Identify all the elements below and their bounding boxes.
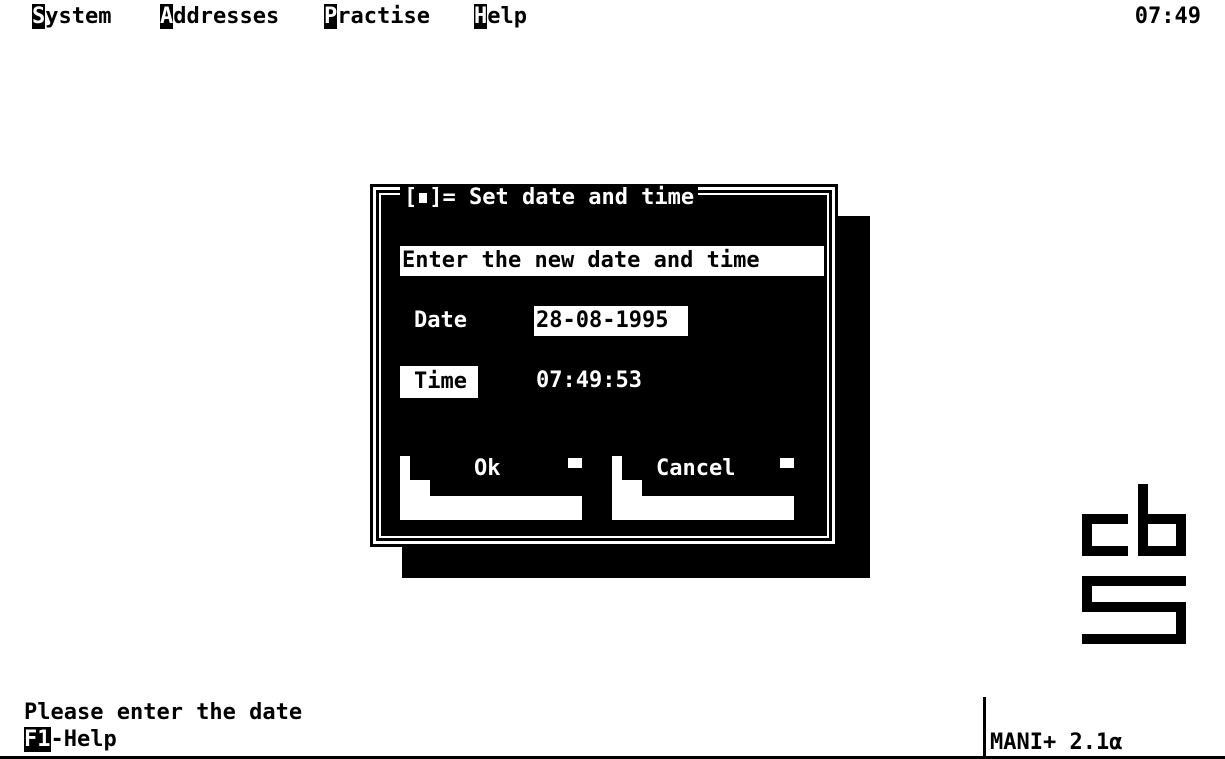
time-field[interactable]: 07:49:53 — [536, 368, 642, 394]
button-marker-icon — [780, 458, 794, 468]
menu-label: ractise — [337, 4, 430, 29]
f1-key: F1 — [24, 727, 51, 752]
close-bracket-close: ]= — [429, 185, 456, 210]
ok-button[interactable]: Ok — [400, 456, 582, 520]
prompt-bar: Enter the new date and time — [400, 246, 824, 276]
f1-help-hint[interactable]: F1-Help — [24, 727, 117, 753]
button-marker-icon — [568, 458, 582, 468]
menu-system[interactable]: System — [32, 4, 111, 30]
menu-addresses[interactable]: Addresses — [160, 4, 279, 30]
cbs-logo — [1082, 484, 1186, 644]
ok-label: Ok — [474, 456, 501, 481]
set-date-time-dialog: [ ]= Set date and time Enter the new date… — [370, 184, 838, 547]
date-value: 28-08-1995 — [536, 308, 669, 333]
menu-label: elp — [487, 4, 527, 29]
date-label: Date — [414, 308, 467, 333]
status-message: Please enter the date — [24, 700, 303, 725]
close-button[interactable]: [ ]= — [404, 185, 456, 210]
button-edge — [612, 496, 794, 520]
button-edge — [400, 496, 582, 520]
menu-help[interactable]: Help — [474, 4, 527, 30]
version-label: MANI+ 2.1α — [990, 730, 1123, 755]
menu-hotkey: H — [474, 4, 488, 29]
dialog-shadow-bottom — [402, 547, 870, 578]
f1-text: -Help — [50, 727, 117, 752]
time-label-box: Time — [400, 366, 478, 398]
dialog-title: Set date and time — [469, 185, 695, 210]
close-bracket-open: [ — [404, 185, 418, 210]
time-label: Time — [414, 369, 467, 394]
cancel-label: Cancel — [656, 456, 736, 481]
dialog-title-bar: [ ]= Set date and time — [400, 184, 699, 212]
status-divider — [983, 697, 986, 759]
cancel-button[interactable]: Cancel — [612, 456, 794, 520]
menu-hotkey: P — [324, 4, 338, 29]
menu-hotkey: A — [160, 4, 174, 29]
menu-label: ystem — [45, 4, 112, 29]
prompt-text: Enter the new date and time — [402, 248, 760, 273]
dialog-shadow-right — [838, 216, 870, 578]
menu-hotkey: S — [32, 4, 46, 29]
clock: 07:49 — [1134, 4, 1201, 29]
date-field[interactable]: 28-08-1995 — [534, 306, 688, 336]
menu-practise[interactable]: Practise — [324, 4, 430, 30]
close-icon — [419, 193, 428, 203]
menu-label: ddresses — [173, 4, 280, 29]
